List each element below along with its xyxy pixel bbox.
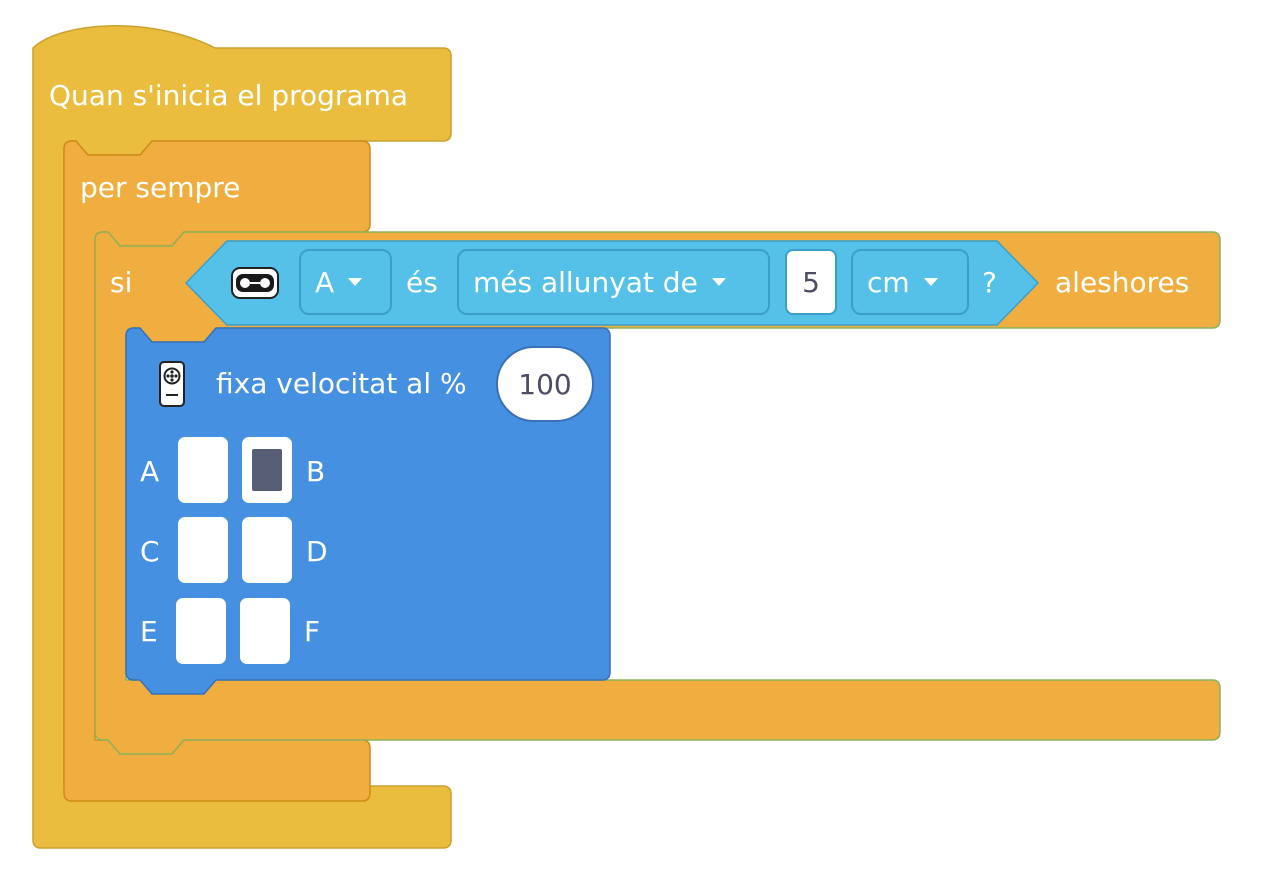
port-label-d: D [306,535,328,568]
port-checkbox-c[interactable] [178,517,228,583]
if-si-label: si [110,266,133,299]
port-checkbox-d[interactable] [242,517,292,583]
chevron-down-icon [711,278,726,286]
block-workspace: Quan s'inicia el programa per sempre si … [0,0,1278,870]
comparison-dropdown[interactable]: més allunyat de [457,249,770,315]
port-label-b: B [306,455,326,488]
set-speed-label: fixa velocitat al % [216,367,467,400]
port-label-a: A [140,455,160,488]
forever-block-label: per sempre [80,171,241,204]
distance-sensor-icon [231,267,279,299]
condition-es-label: és [406,266,438,299]
port-label-c: C [140,535,160,568]
port-checkbox-b[interactable] [242,437,292,503]
comparison-value: més allunyat de [473,265,698,299]
chevron-down-icon [348,278,363,286]
port-checkbox-f[interactable] [240,598,290,664]
speed-value-input[interactable]: 100 [496,346,594,422]
unit-dropdown[interactable]: cm [851,249,969,315]
condition-question-mark: ? [982,266,997,299]
port-selected-marker [252,449,282,491]
chevron-down-icon [923,278,938,286]
unit-value: cm [867,265,910,299]
sensor-port-dropdown[interactable]: A [299,249,392,315]
port-label-e: E [140,615,158,648]
distance-input[interactable]: 5 [785,249,837,315]
sensor-port-value: A [315,265,335,299]
block-shapes [32,25,1221,849]
if-then-label: aleshores [1055,266,1190,299]
motor-icon [159,361,185,407]
start-block-label: Quan s'inicia el programa [49,79,408,112]
port-label-f: F [304,615,321,648]
port-checkbox-a[interactable] [178,437,228,503]
port-checkbox-e[interactable] [176,598,226,664]
